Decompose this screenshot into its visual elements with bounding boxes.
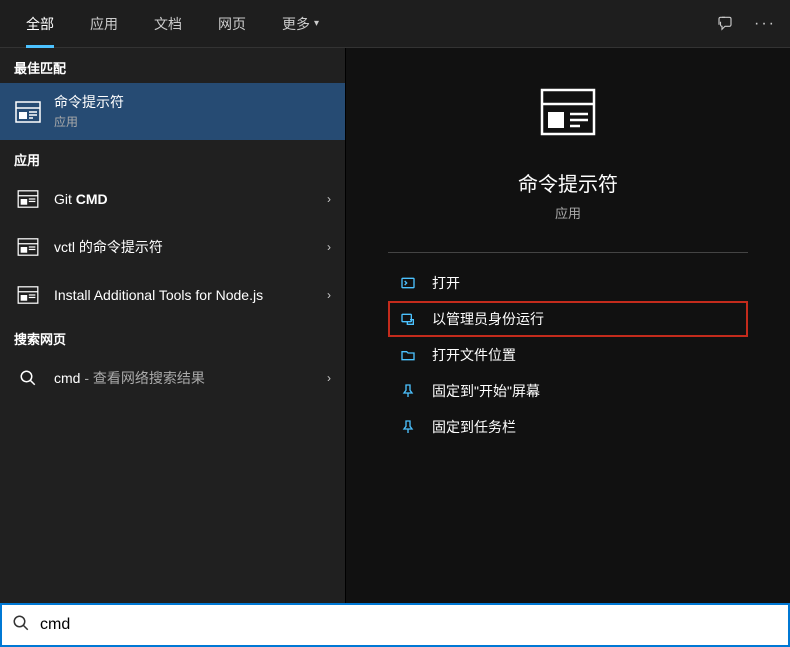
- open-icon: [398, 273, 418, 293]
- app-result-title: Git CMD: [54, 190, 327, 208]
- preview-panel: 命令提示符 应用 打开 以管理: [346, 48, 790, 603]
- search-icon: [12, 614, 30, 637]
- action-label: 打开: [432, 273, 460, 293]
- section-web: 搜索网页: [0, 319, 345, 354]
- chevron-right-icon: ›: [327, 288, 331, 302]
- cmd-icon: [14, 98, 42, 126]
- app-result-title: Install Additional Tools for Node.js: [54, 286, 327, 304]
- main-content: 最佳匹配 命令提示符 应用 应用: [0, 48, 790, 603]
- app-result-vctl[interactable]: vctl 的命令提示符 ›: [0, 223, 345, 271]
- search-icon: [14, 364, 42, 392]
- chevron-right-icon: ›: [327, 192, 331, 206]
- chevron-right-icon: ›: [327, 240, 331, 254]
- action-pin-taskbar[interactable]: 固定到任务栏: [388, 409, 748, 445]
- action-list: 打开 以管理员身份运行 打开文件位置: [388, 265, 748, 445]
- divider: [388, 252, 748, 253]
- action-label: 固定到"开始"屏幕: [432, 381, 540, 401]
- tab-web[interactable]: 网页: [200, 0, 264, 48]
- app-result-nodejs-tools[interactable]: Install Additional Tools for Node.js ›: [0, 271, 345, 319]
- pin-icon: [398, 381, 418, 401]
- search-input[interactable]: [40, 616, 778, 634]
- action-open-location[interactable]: 打开文件位置: [388, 337, 748, 373]
- action-run-as-admin[interactable]: 以管理员身份运行: [388, 301, 748, 337]
- section-apps: 应用: [0, 140, 345, 175]
- app-result-git-cmd[interactable]: Git CMD ›: [0, 175, 345, 223]
- cmd-icon: [14, 185, 42, 213]
- action-label: 打开文件位置: [432, 345, 516, 365]
- tab-more-label: 更多: [282, 14, 310, 34]
- action-label: 以管理员身份运行: [432, 309, 544, 329]
- preview-app-icon: [540, 88, 596, 144]
- preview-title: 命令提示符: [518, 168, 618, 197]
- admin-icon: [398, 309, 418, 329]
- preview-sub: 应用: [555, 203, 581, 222]
- pin-icon: [398, 417, 418, 437]
- tab-all[interactable]: 全部: [8, 0, 72, 48]
- action-label: 固定到任务栏: [432, 417, 516, 437]
- more-options-icon[interactable]: ···: [754, 15, 776, 33]
- feedback-icon[interactable]: [716, 15, 734, 33]
- cmd-icon: [14, 233, 42, 261]
- action-pin-start[interactable]: 固定到"开始"屏幕: [388, 373, 748, 409]
- web-result-title: cmd - 查看网络搜索结果: [54, 369, 327, 387]
- best-match-title: 命令提示符: [54, 93, 331, 111]
- tab-docs[interactable]: 文档: [136, 0, 200, 48]
- web-result[interactable]: cmd - 查看网络搜索结果 ›: [0, 354, 345, 402]
- chevron-right-icon: ›: [327, 371, 331, 385]
- best-match-result[interactable]: 命令提示符 应用: [0, 83, 345, 140]
- best-match-sub: 应用: [54, 113, 331, 130]
- section-best-match: 最佳匹配: [0, 48, 345, 83]
- tab-more[interactable]: 更多 ▾: [264, 0, 337, 48]
- chevron-down-icon: ▾: [314, 18, 319, 29]
- tab-apps[interactable]: 应用: [72, 0, 136, 48]
- results-panel: 最佳匹配 命令提示符 应用 应用: [0, 48, 346, 603]
- search-tabs: 全部 应用 文档 网页 更多 ▾ ···: [0, 0, 790, 48]
- search-bar: [0, 603, 790, 647]
- cmd-icon: [14, 281, 42, 309]
- app-result-title: vctl 的命令提示符: [54, 238, 327, 256]
- action-open[interactable]: 打开: [388, 265, 748, 301]
- folder-icon: [398, 345, 418, 365]
